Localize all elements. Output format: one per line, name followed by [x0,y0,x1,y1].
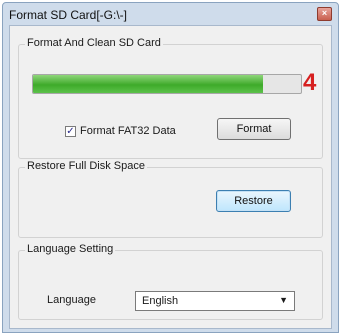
window-title: Format SD Card[-G:\-] [9,8,128,22]
progress-fill [33,75,264,93]
close-icon[interactable]: × [317,7,332,21]
format-fat32-label: Format FAT32 Data [80,125,176,137]
language-label: Language [47,294,96,306]
checkmark-icon: ✓ [66,125,75,137]
title-bar: Format SD Card[-G:\-] × [3,3,338,25]
format-button[interactable]: Format [217,118,291,140]
window-content: Format And Clean SD Card 4 ✓ Format FAT3… [9,25,332,329]
restore-button[interactable]: Restore [216,190,291,212]
format-group: Format And Clean SD Card 4 ✓ Format FAT3… [18,37,323,159]
restore-group: Restore Full Disk Space Restore [18,160,323,238]
chevron-down-icon[interactable]: ▼ [279,295,288,305]
language-group-title: Language Setting [25,243,116,255]
format-progress-bar [32,74,302,94]
format-group-title: Format And Clean SD Card [25,37,163,49]
format-sd-card-window: Format SD Card[-G:\-] × Format And Clean… [2,2,339,333]
language-select-value: English [142,295,179,307]
language-group: Language Setting Language English ▼ [18,243,323,320]
restore-group-title: Restore Full Disk Space [25,160,147,172]
format-fat32-checkbox[interactable]: ✓ [65,125,76,137]
progress-number: 4 [303,69,317,96]
format-fat32-option[interactable]: ✓ Format FAT32 Data [65,125,176,137]
language-select[interactable]: English ▼ [135,291,295,311]
